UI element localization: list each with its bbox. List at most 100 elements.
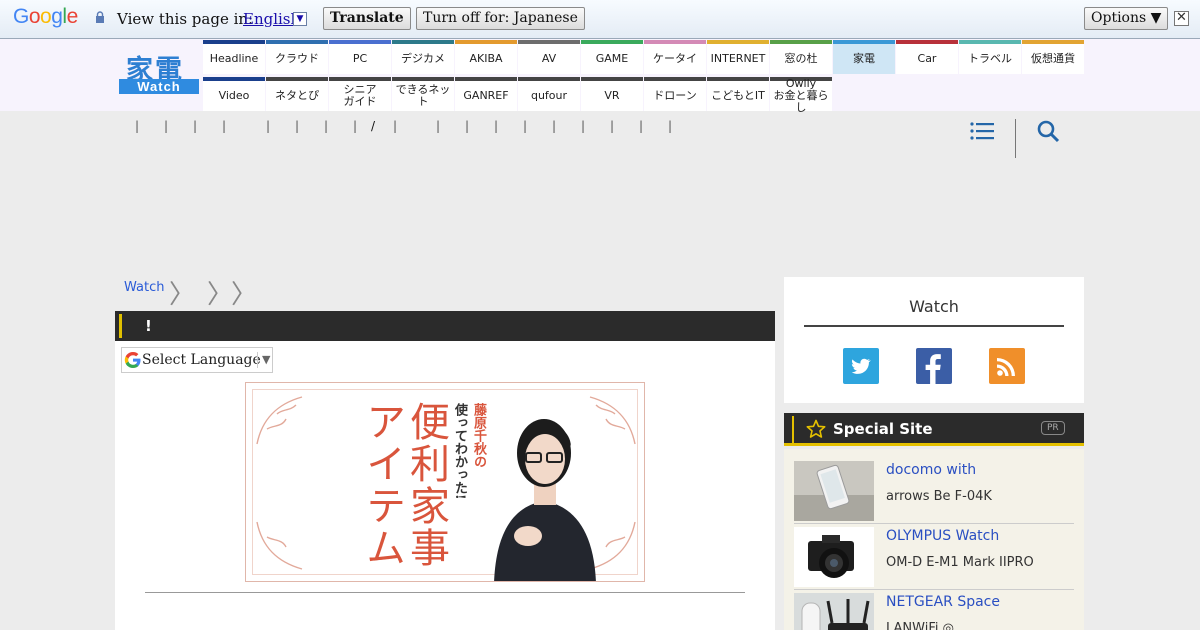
translate-button[interactable]: Translate — [323, 7, 411, 30]
nav-item[interactable]: Owlly お金と暮らし — [770, 77, 832, 114]
nav-item[interactable]: GANREF — [455, 77, 517, 111]
google-g-icon — [124, 352, 141, 368]
person-photo — [494, 419, 596, 581]
list-item-title[interactable]: OLYMPUS Watch — [886, 528, 999, 544]
rss-icon[interactable] — [989, 348, 1025, 384]
router-thumbnail — [794, 593, 874, 630]
nav-item[interactable]: qufour — [518, 77, 580, 111]
subnav-separator: | — [393, 119, 398, 133]
subnav-separator: | — [494, 119, 499, 133]
nav-item[interactable]: 家電 — [833, 40, 895, 74]
nav-item[interactable]: Car — [896, 40, 958, 74]
subnav-separator: | — [581, 119, 586, 133]
nav-item[interactable]: ドローン — [644, 77, 706, 111]
subnav-separator: | — [266, 119, 271, 133]
banner-subtitle: 使ってわかった! — [452, 403, 467, 500]
logo-watch: Watch — [119, 79, 199, 94]
camera-thumbnail — [794, 527, 874, 587]
list-item[interactable]: NETGEAR Space LANWiFi ◎ — [794, 590, 1074, 630]
article-title-bar: ! — [115, 311, 775, 341]
list-item[interactable]: OLYMPUS Watch OM-D E-M1 Mark IIPRO — [794, 524, 1074, 590]
breadcrumb-watch[interactable]: Watch — [124, 280, 164, 295]
lock-icon — [96, 11, 104, 23]
subnav-separator: | — [324, 119, 329, 133]
header-divider — [1015, 119, 1016, 158]
feature-banner[interactable]: 便利家事 アイテム 藤原千秋の 使ってわかった! — [245, 382, 645, 582]
list-item-title[interactable]: docomo with — [886, 462, 976, 478]
nav-item[interactable]: AV — [518, 40, 580, 74]
site-logo[interactable]: 家電 Watch — [119, 52, 199, 96]
breadcrumb-separator: 〉 — [207, 280, 234, 310]
list-item-subtitle: LANWiFi ◎ — [886, 621, 954, 630]
nav-item[interactable]: PC — [329, 40, 391, 74]
share-card-rule — [804, 325, 1064, 327]
list-item-title[interactable]: NETGEAR Space — [886, 594, 1000, 610]
breadcrumb-separator: 〉 — [169, 280, 196, 310]
breadcrumb-separator: 〉 — [231, 280, 258, 310]
select-divider — [257, 352, 258, 368]
floral-ornament-icon — [256, 396, 303, 445]
title-accent — [119, 314, 122, 338]
nav-item[interactable]: トラベル — [959, 40, 1021, 74]
nav-item[interactable]: 窓の杜 — [770, 40, 832, 74]
special-site-list: docomo with arrows Be F-04K OLYMPUS Watc… — [784, 449, 1084, 630]
nav-item[interactable]: クラウド — [266, 40, 328, 74]
close-icon[interactable]: ✕ — [1174, 11, 1189, 26]
article-title: ! — [145, 317, 152, 335]
nav-item[interactable]: こどもとIT — [707, 77, 769, 111]
nav-item[interactable]: ネタとぴ — [266, 77, 328, 111]
special-accent — [792, 416, 794, 443]
subnav-separator: | — [295, 119, 300, 133]
list-item-subtitle: arrows Be F-04K — [886, 489, 992, 504]
select-language-label: Select Language — [142, 352, 261, 368]
language-link[interactable]: English — [243, 10, 300, 28]
share-card-title: Watch — [909, 297, 959, 316]
subnav-separator: | — [552, 119, 557, 133]
menu-icon[interactable] — [970, 121, 994, 141]
content-divider — [145, 592, 745, 593]
pr-badge: PR — [1041, 421, 1065, 435]
google-logo: Google — [13, 5, 78, 28]
chevron-down-icon: ▼ — [262, 353, 271, 366]
banner-headline-1: 便利家事 — [403, 401, 449, 569]
special-site-title: Special Site — [833, 420, 933, 438]
nav-item[interactable]: AKIBA — [455, 40, 517, 74]
subnav-separator: | — [135, 119, 140, 133]
subnav-separator: | — [668, 119, 673, 133]
share-card: Watch — [784, 277, 1084, 403]
special-site-header: Special Site PR — [784, 413, 1084, 446]
subnav-separator: | — [523, 119, 528, 133]
facebook-icon[interactable] — [916, 348, 952, 384]
search-icon[interactable] — [1036, 119, 1060, 143]
nav-item[interactable]: できるネット — [392, 77, 454, 111]
article-content: Select Language ▼ 便利家事 アイテム 藤原千秋の 使ってわかっ… — [115, 341, 775, 630]
nav-item[interactable]: Headline — [203, 40, 265, 74]
nav-item[interactable]: Video — [203, 77, 265, 111]
turn-off-button[interactable]: Turn off for: Japanese — [416, 7, 585, 30]
nav-item[interactable]: シニア ガイド — [329, 77, 391, 111]
options-button[interactable]: Options ▼ — [1084, 7, 1169, 30]
floral-ornament-icon — [256, 521, 303, 570]
subnav-separator: | — [222, 119, 227, 133]
nav-item[interactable]: INTERNET — [707, 40, 769, 74]
nav-item[interactable]: デジカメ — [392, 40, 454, 74]
subnav-separator: | — [436, 119, 441, 133]
nav-item[interactable]: ケータイ — [644, 40, 706, 74]
nav-item[interactable]: VR — [581, 77, 643, 111]
nav-item[interactable]: GAME — [581, 40, 643, 74]
list-item[interactable]: docomo with arrows Be F-04K — [794, 458, 1074, 524]
subnav-separator: | — [164, 119, 169, 133]
language-dropdown-icon[interactable]: ▼ — [293, 12, 307, 26]
banner-headline-2: アイテム — [359, 401, 405, 569]
list-item-subtitle: OM-D E-M1 Mark IIPRO — [886, 555, 1034, 570]
subnav-separator: | — [465, 119, 470, 133]
subnav-separator: | — [610, 119, 615, 133]
star-icon — [806, 419, 826, 438]
translate-prompt: View this page in: — [117, 10, 254, 28]
subnav-separator: | — [639, 119, 644, 133]
subnav-separator: | — [193, 119, 198, 133]
select-language-widget[interactable]: Select Language ▼ — [121, 347, 273, 373]
nav-item[interactable]: 仮想通貨 — [1022, 40, 1084, 74]
subnav-separator: | — [353, 119, 358, 133]
twitter-icon[interactable] — [843, 348, 879, 384]
